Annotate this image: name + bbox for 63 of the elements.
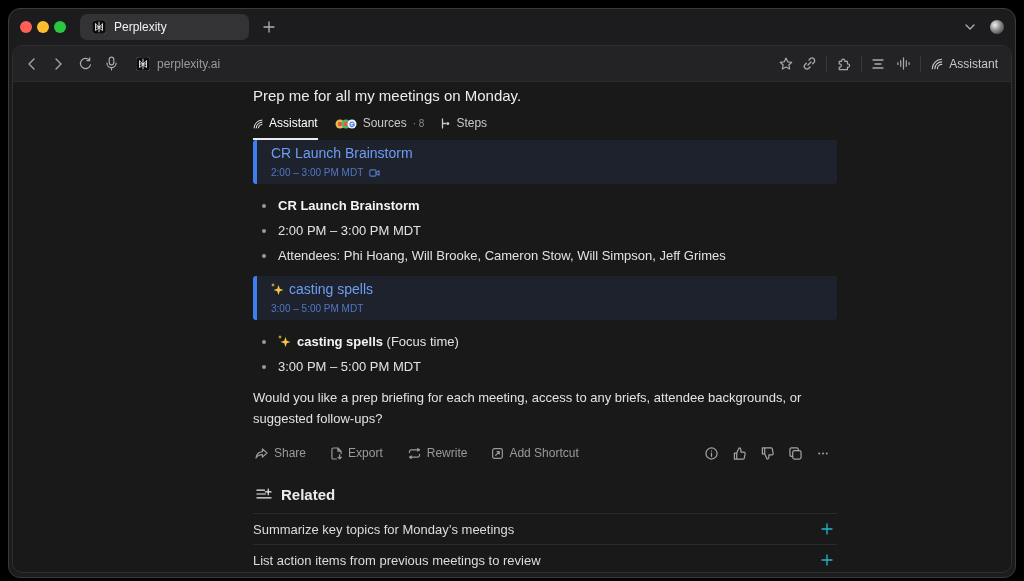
new-tab-icon[interactable] xyxy=(263,21,275,33)
forward-icon[interactable] xyxy=(55,57,62,70)
list-item-text: 2:00 PM – 3:00 PM MDT xyxy=(278,223,422,238)
puzzle-icon[interactable] xyxy=(837,56,852,71)
close-window-button[interactable] xyxy=(20,21,32,33)
source-logos-icon xyxy=(334,118,357,129)
bullet-icon xyxy=(262,339,266,344)
repeat-arrows-icon xyxy=(407,447,421,459)
waveform-icon[interactable] xyxy=(897,57,911,70)
rewrite-button[interactable]: Rewrite xyxy=(407,446,468,460)
chevron-down-icon[interactable] xyxy=(965,24,975,30)
share-button[interactable]: Share xyxy=(255,446,307,460)
browser-tab[interactable]: Perplexity xyxy=(80,14,249,40)
minimize-window-button[interactable] xyxy=(37,21,49,33)
event-title: CR Launch Brainstorm xyxy=(271,144,413,163)
star-icon[interactable] xyxy=(779,56,794,71)
site-logo-icon xyxy=(136,56,150,71)
user-query: Prep me for all my meetings on Monday. xyxy=(253,86,522,106)
bullet-icon xyxy=(262,364,266,369)
add-shortcut-button[interactable]: Add Shortcut xyxy=(492,446,579,460)
link-icon[interactable] xyxy=(803,57,817,70)
square-arrow-icon xyxy=(492,447,504,459)
list-item-text: casting spells (Focus time) xyxy=(297,334,459,349)
related-question[interactable]: Summarize key topics for Monday’s meetings xyxy=(253,513,837,544)
answer-paragraph: Would you like a prep briefing for each meeting, access to any briefs, attendee backgrounds, or suggested follow-ups? xyxy=(253,389,803,428)
list-lines-icon[interactable] xyxy=(872,58,885,69)
zoom-window-button[interactable] xyxy=(54,21,66,33)
document-export-icon xyxy=(331,446,343,460)
event-time: 3:00 – 5:00 PM MDT xyxy=(271,302,364,315)
export-button[interactable]: Export xyxy=(331,446,383,460)
related-heading: Related xyxy=(281,485,336,503)
thumbs-down-icon[interactable] xyxy=(761,446,774,460)
list-item-text: CR Launch Brainstorm xyxy=(278,198,420,213)
share-icon xyxy=(255,447,268,459)
steps-icon xyxy=(441,118,451,129)
event-time: 2:00 – 3:00 PM MDT xyxy=(271,166,364,179)
assistant-button[interactable]: Assistant xyxy=(931,56,998,71)
lines-plus-icon xyxy=(256,488,272,500)
bullet-icon xyxy=(262,203,266,208)
bullet-icon xyxy=(262,228,266,233)
related-question[interactable]: List action items from previous meetings to review xyxy=(253,544,837,572)
microphone-icon[interactable] xyxy=(106,56,117,71)
bullet-icon xyxy=(262,253,266,258)
site-logo-icon xyxy=(92,20,106,34)
steps-tab[interactable]: Steps xyxy=(441,109,488,140)
reload-icon[interactable] xyxy=(79,57,92,70)
thumbs-up-icon[interactable] xyxy=(733,446,746,460)
plus-icon[interactable] xyxy=(821,554,833,566)
sources-tab[interactable]: Sources · 8 xyxy=(334,109,425,140)
assistant-icon xyxy=(931,57,944,70)
event-card[interactable]: casting spells 3:00 – 5:00 PM MDT xyxy=(253,276,837,320)
copy-icon[interactable] xyxy=(789,446,802,460)
event-card[interactable]: CR Launch Brainstorm 2:00 – 3:00 PM MDT xyxy=(253,140,837,184)
profile-icon[interactable] xyxy=(990,20,1004,34)
back-icon[interactable] xyxy=(28,57,35,70)
list-item-text: 3:00 PM – 5:00 PM MDT xyxy=(278,359,422,374)
assistant-icon xyxy=(253,118,263,129)
list-item-text: Attendees: Phi Hoang, Will Brooke, Cameron Stow, Will Simpson, Jeff Grimes xyxy=(278,248,726,263)
info-icon[interactable] xyxy=(705,446,718,460)
plus-icon[interactable] xyxy=(821,523,833,535)
event-title: casting spells xyxy=(289,280,374,299)
more-icon[interactable] xyxy=(817,451,829,455)
address-field[interactable]: perplexity.ai xyxy=(136,56,221,71)
